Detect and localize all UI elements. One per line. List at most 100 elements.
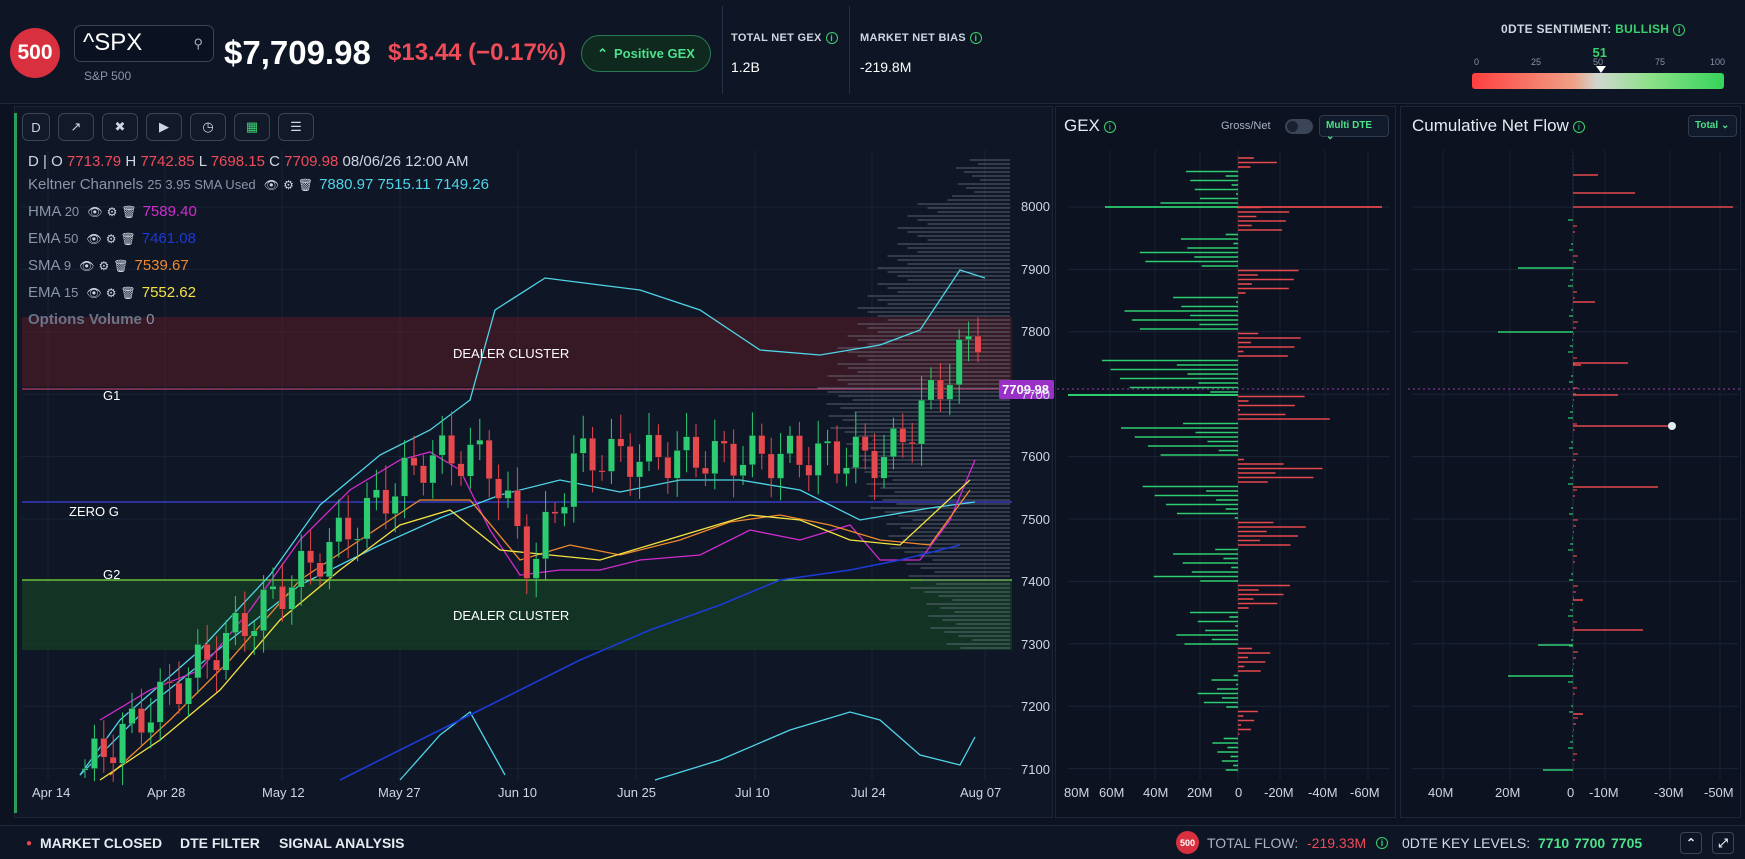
flow-ticker-logo: 500: [1176, 831, 1199, 854]
dealer-cluster-label-top: DEALER CLUSTER: [453, 346, 570, 361]
candle: [749, 435, 756, 465]
candle: [796, 435, 803, 466]
zero-g-label: ZERO G: [69, 504, 119, 519]
market-status[interactable]: MARKET CLOSED: [40, 835, 162, 851]
candle: [890, 428, 897, 458]
candle: [664, 457, 672, 479]
candle: [420, 465, 427, 484]
y-axis-label: 7100: [1021, 762, 1050, 777]
eye-icon[interactable]: 👁: [264, 178, 279, 192]
flow-x-label: -30M: [1654, 785, 1684, 800]
gear-icon[interactable]: ⚙: [283, 178, 294, 192]
indicator-hma[interactable]: HMA 20 👁 ⚙ 🗑 7589.40: [28, 203, 197, 220]
candle: [946, 384, 954, 400]
fullscreen-icon[interactable]: ⤢: [1712, 832, 1734, 854]
keltner-lower-b: [654, 711, 976, 781]
indicator-ema50[interactable]: EMA 50 👁 ⚙ 🗑 7461.08: [28, 230, 196, 247]
candle: [551, 511, 559, 514]
candle: [861, 436, 869, 451]
candle: [128, 708, 136, 724]
candle: [326, 541, 333, 578]
candle: [542, 511, 549, 560]
x-axis-label: Jun 25: [617, 785, 657, 800]
candle: [382, 489, 390, 514]
indicator-options-volume[interactable]: Options Volume 0: [28, 311, 154, 328]
candle: [448, 435, 455, 464]
candle: [824, 440, 831, 444]
candle: [880, 456, 888, 479]
candle: [401, 457, 408, 497]
x-axis-label: Jun 10: [498, 785, 538, 800]
eye-icon[interactable]: 👁: [79, 259, 94, 273]
candle: [739, 464, 747, 476]
g2-label: G2: [103, 567, 121, 582]
candle: [81, 768, 89, 771]
candle: [927, 379, 935, 401]
candle: [974, 335, 982, 353]
indicator-keltner[interactable]: Keltner Channels 25 3.95 SMA Used 👁 ⚙ 🗑 788…: [28, 176, 489, 193]
y-axis-label: 7600: [1021, 449, 1050, 464]
signal-analysis-button[interactable]: SIGNAL ANALYSIS: [279, 835, 405, 851]
candle: [335, 517, 343, 543]
eye-icon[interactable]: 👁: [87, 232, 102, 246]
candle: [241, 612, 249, 637]
trash-icon[interactable]: 🗑: [121, 286, 136, 300]
gex-x-label: -20M: [1264, 785, 1294, 800]
trash-icon[interactable]: 🗑: [298, 178, 313, 192]
y-axis-label: 7900: [1021, 262, 1050, 277]
candle: [194, 644, 202, 679]
candle: [232, 612, 239, 633]
key-level: 7700: [1574, 835, 1606, 851]
candle: [608, 438, 615, 472]
chevron-down-icon: ⌄: [1720, 120, 1730, 131]
candle: [269, 586, 277, 590]
candle: [514, 490, 521, 527]
y-axis-label: 7800: [1021, 324, 1050, 339]
gex-x-label: 0: [1235, 785, 1243, 800]
dte-filter-button[interactable]: DTE FILTER: [180, 835, 260, 851]
eye-icon[interactable]: 👁: [87, 205, 102, 219]
gross-net-toggle[interactable]: [1285, 119, 1313, 134]
candle: [965, 335, 972, 340]
multi-dte-select[interactable]: Multi DTE ⌄: [1319, 115, 1389, 142]
candle: [532, 558, 540, 579]
key-level: 7710: [1538, 835, 1570, 851]
candle: [297, 550, 305, 588]
flow-x-label: 0: [1567, 785, 1575, 800]
candle: [908, 442, 916, 445]
gear-icon[interactable]: ⚙: [107, 205, 118, 219]
candle: [645, 434, 653, 462]
x-axis-label: May 12: [262, 785, 305, 800]
candle: [871, 450, 878, 479]
candle: [354, 538, 361, 541]
candle: [166, 681, 173, 684]
gear-icon[interactable]: ⚙: [106, 232, 117, 246]
gex-panel[interactable]: [1055, 106, 1396, 818]
expand-icon[interactable]: ⌃: [1680, 832, 1702, 854]
candle: [373, 489, 380, 498]
candle: [730, 443, 737, 476]
eye-icon[interactable]: 👁: [87, 286, 102, 300]
dealer-cluster-label-bottom: DEALER CLUSTER: [453, 608, 570, 623]
total-select[interactable]: Total ⌄: [1688, 115, 1737, 137]
info-icon[interactable]: i: [1376, 837, 1388, 849]
indicator-sma9[interactable]: SMA 9 👁 ⚙ 🗑 7539.67: [28, 257, 189, 274]
candle: [438, 435, 446, 456]
key-levels-label: 0DTE KEY LEVELS:: [1402, 835, 1531, 851]
trash-icon[interactable]: 🗑: [113, 259, 128, 273]
trash-icon[interactable]: 🗑: [121, 232, 136, 246]
candle: [288, 587, 296, 610]
gear-icon[interactable]: ⚙: [106, 286, 117, 300]
info-icon[interactable]: i: [1103, 120, 1116, 133]
ohlc-legend: D | O 7713.79 H 7742.85 L 7698.15 C 7709…: [28, 153, 469, 170]
candle: [852, 436, 860, 468]
gear-icon[interactable]: ⚙: [99, 259, 110, 273]
y-axis-label: 7400: [1021, 574, 1050, 589]
candle: [561, 506, 568, 514]
trash-icon[interactable]: 🗑: [121, 205, 136, 219]
info-icon[interactable]: i: [1572, 120, 1585, 133]
cumulative-flow-panel[interactable]: [1400, 106, 1741, 818]
indicator-ema15[interactable]: EMA 15 👁 ⚙ 🗑 7552.62: [28, 284, 196, 301]
candle: [617, 438, 625, 447]
candle: [222, 632, 230, 671]
